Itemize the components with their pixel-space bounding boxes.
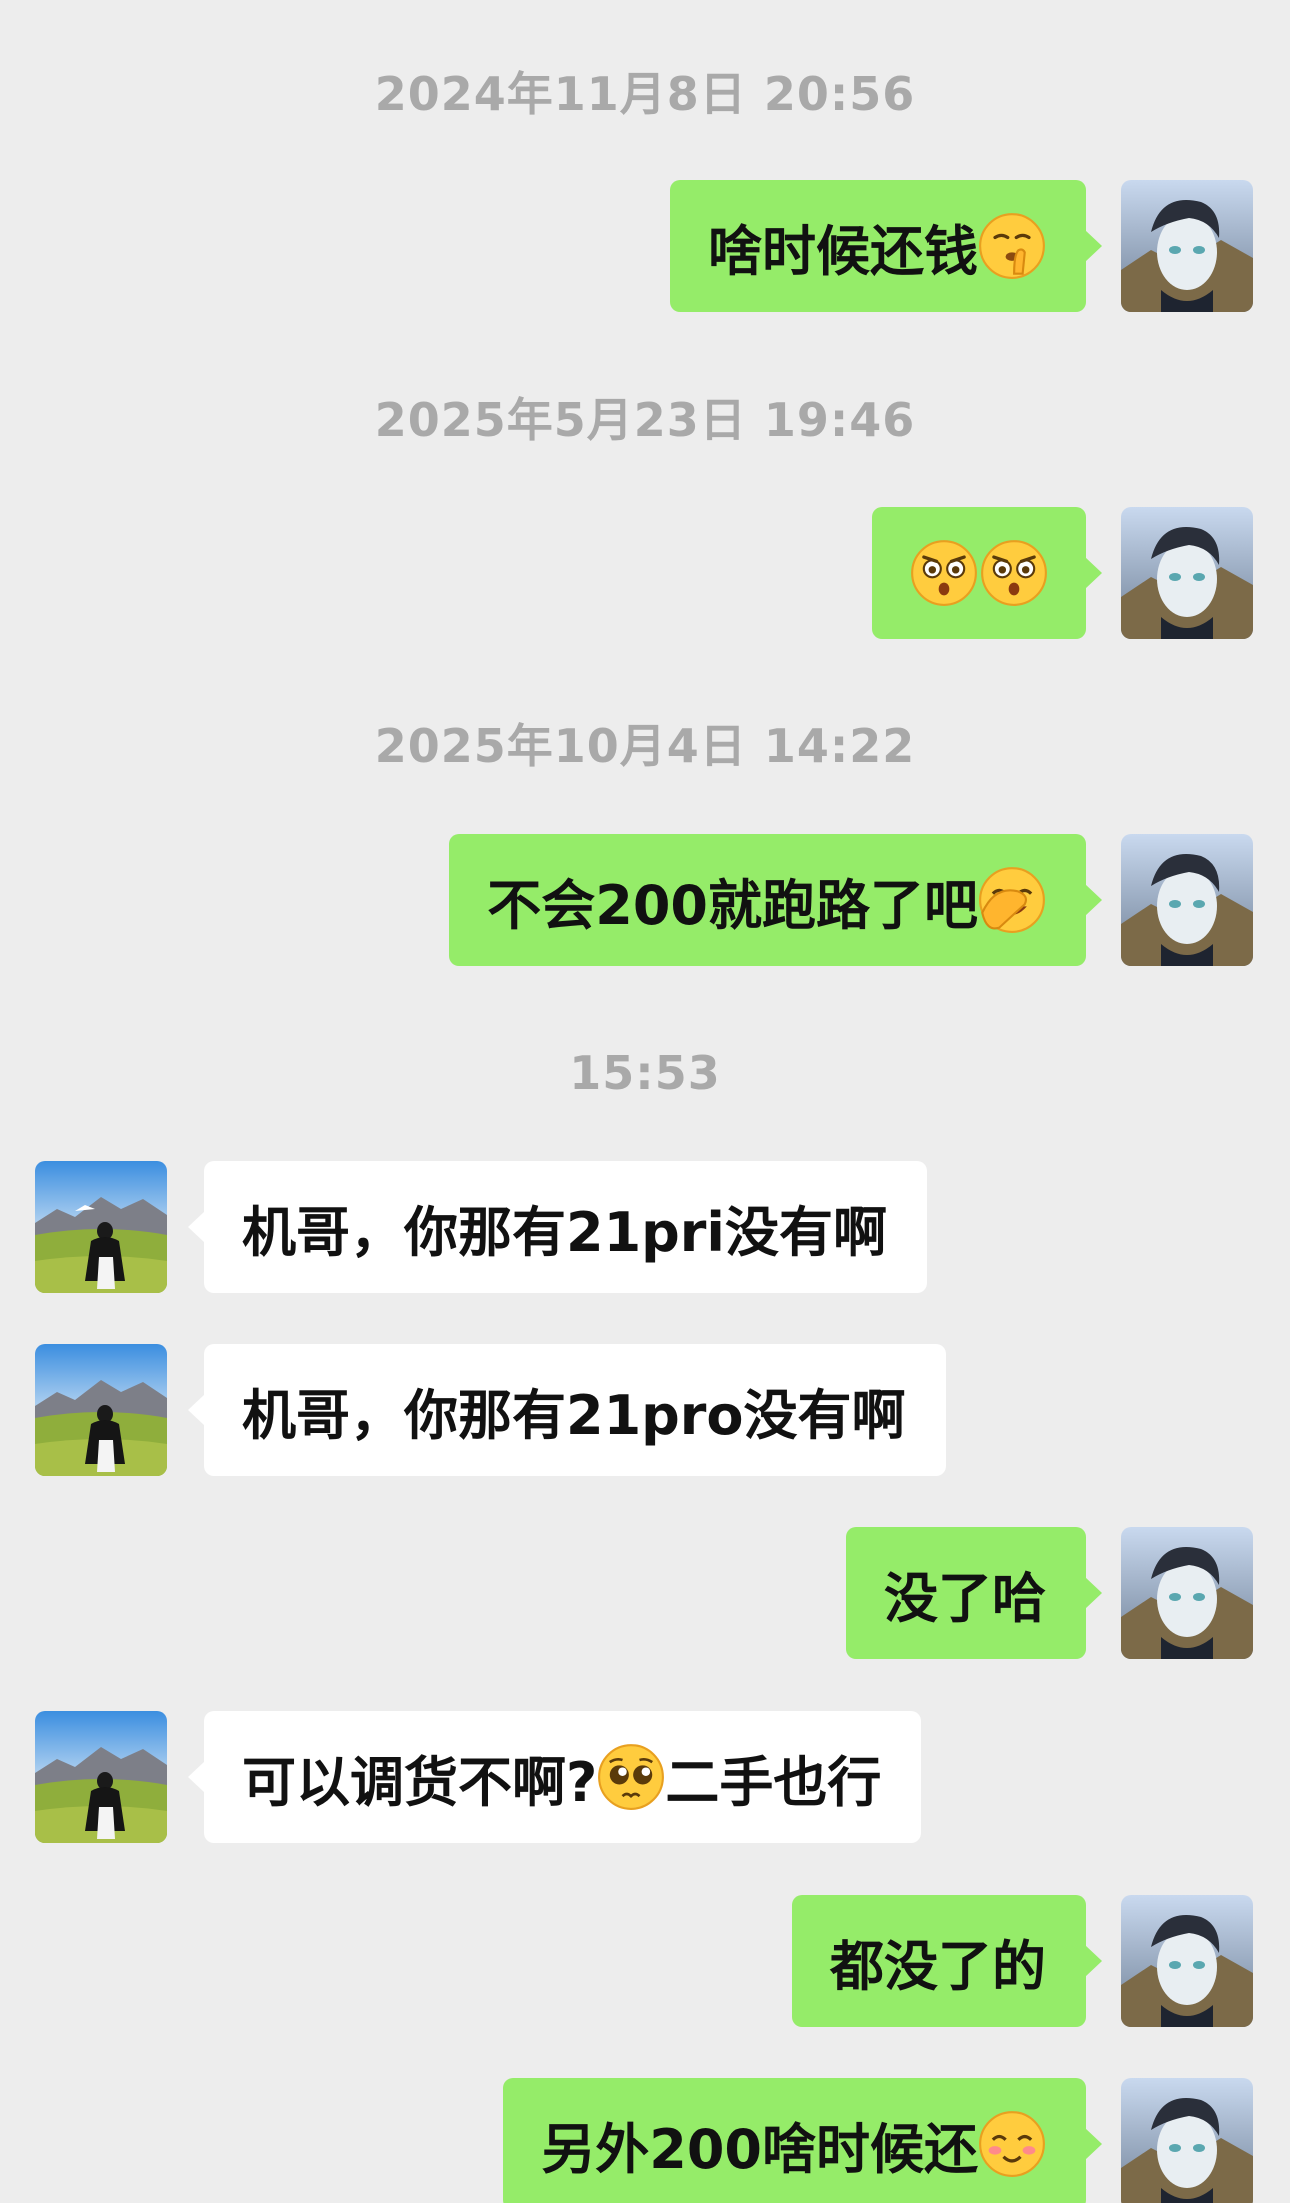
pleading-face-emoji-icon [597, 1743, 665, 1811]
my-message-bubble[interactable]: 啥时候还钱 [670, 180, 1102, 312]
my-message-bubble[interactable] [872, 507, 1102, 639]
message-text: 二手也行 [665, 1750, 882, 1814]
message-row: 都没了的 [0, 1895, 1290, 2027]
message-row: 可以调货不啊? 二手也行 [0, 1711, 1290, 1843]
message-text: 另外200啥时候还 [541, 2117, 978, 2181]
timestamp: 2025年10月4日 14:22 [374, 719, 916, 773]
message-row: 另外200啥时候还 [0, 2078, 1290, 2203]
message-text: 没了哈 [884, 1566, 1046, 1630]
message-row: 机哥，你那有21pro没有啊 [0, 1344, 1290, 1476]
message-text: 机哥，你那有21pro没有啊 [242, 1383, 906, 1447]
my-avatar[interactable] [1121, 507, 1253, 639]
timestamp: 15:53 [569, 1046, 721, 1100]
blushing-smile-emoji-icon [978, 2110, 1046, 2178]
message-text: 不会200就跑路了吧 [487, 873, 978, 937]
my-message-bubble[interactable]: 没了哈 [846, 1527, 1102, 1659]
contact-message-bubble[interactable]: 机哥，你那有21pro没有啊 [188, 1344, 946, 1476]
timestamp: 2025年5月23日 19:46 [374, 393, 916, 447]
my-message-bubble[interactable]: 不会200就跑路了吧 [449, 834, 1102, 966]
shushing-face-emoji-icon [978, 212, 1046, 280]
face-palm-laughing-emoji-icon [978, 866, 1046, 934]
message-row: 没了哈 [0, 1527, 1290, 1659]
my-message-bubble[interactable]: 都没了的 [792, 1895, 1102, 2027]
my-avatar[interactable] [1121, 1895, 1253, 2027]
message-text: 都没了的 [830, 1934, 1046, 1998]
message-text: 可以调货不啊? [242, 1750, 598, 1814]
my-avatar[interactable] [1121, 2078, 1253, 2203]
contact-avatar[interactable] [35, 1161, 167, 1293]
message-row: 机哥，你那有21pri没有啊 [0, 1161, 1290, 1293]
astonished-face-emoji-icon [910, 539, 978, 607]
message-text: 机哥，你那有21pri没有啊 [242, 1200, 887, 1264]
message-row: 不会200就跑路了吧 [0, 834, 1290, 966]
contact-avatar[interactable] [35, 1344, 167, 1476]
message-row: 啥时候还钱 [0, 180, 1290, 312]
message-row [0, 507, 1290, 639]
contact-message-bubble[interactable]: 可以调货不啊? 二手也行 [187, 1711, 922, 1843]
my-avatar[interactable] [1121, 180, 1253, 312]
my-avatar[interactable] [1121, 834, 1253, 966]
chat-view[interactable]: 2024年11月8日 20:56 啥时候还钱 2025年5月23日 19:46 [0, 0, 1290, 2203]
astonished-face-emoji-icon [980, 539, 1048, 607]
my-avatar[interactable] [1121, 1527, 1253, 1659]
contact-avatar[interactable] [35, 1711, 167, 1843]
contact-message-bubble[interactable]: 机哥，你那有21pri没有啊 [188, 1161, 927, 1293]
message-text: 啥时候还钱 [708, 219, 978, 283]
timestamp: 2024年11月8日 20:56 [374, 67, 916, 121]
my-message-bubble[interactable]: 另外200啥时候还 [503, 2078, 1102, 2203]
